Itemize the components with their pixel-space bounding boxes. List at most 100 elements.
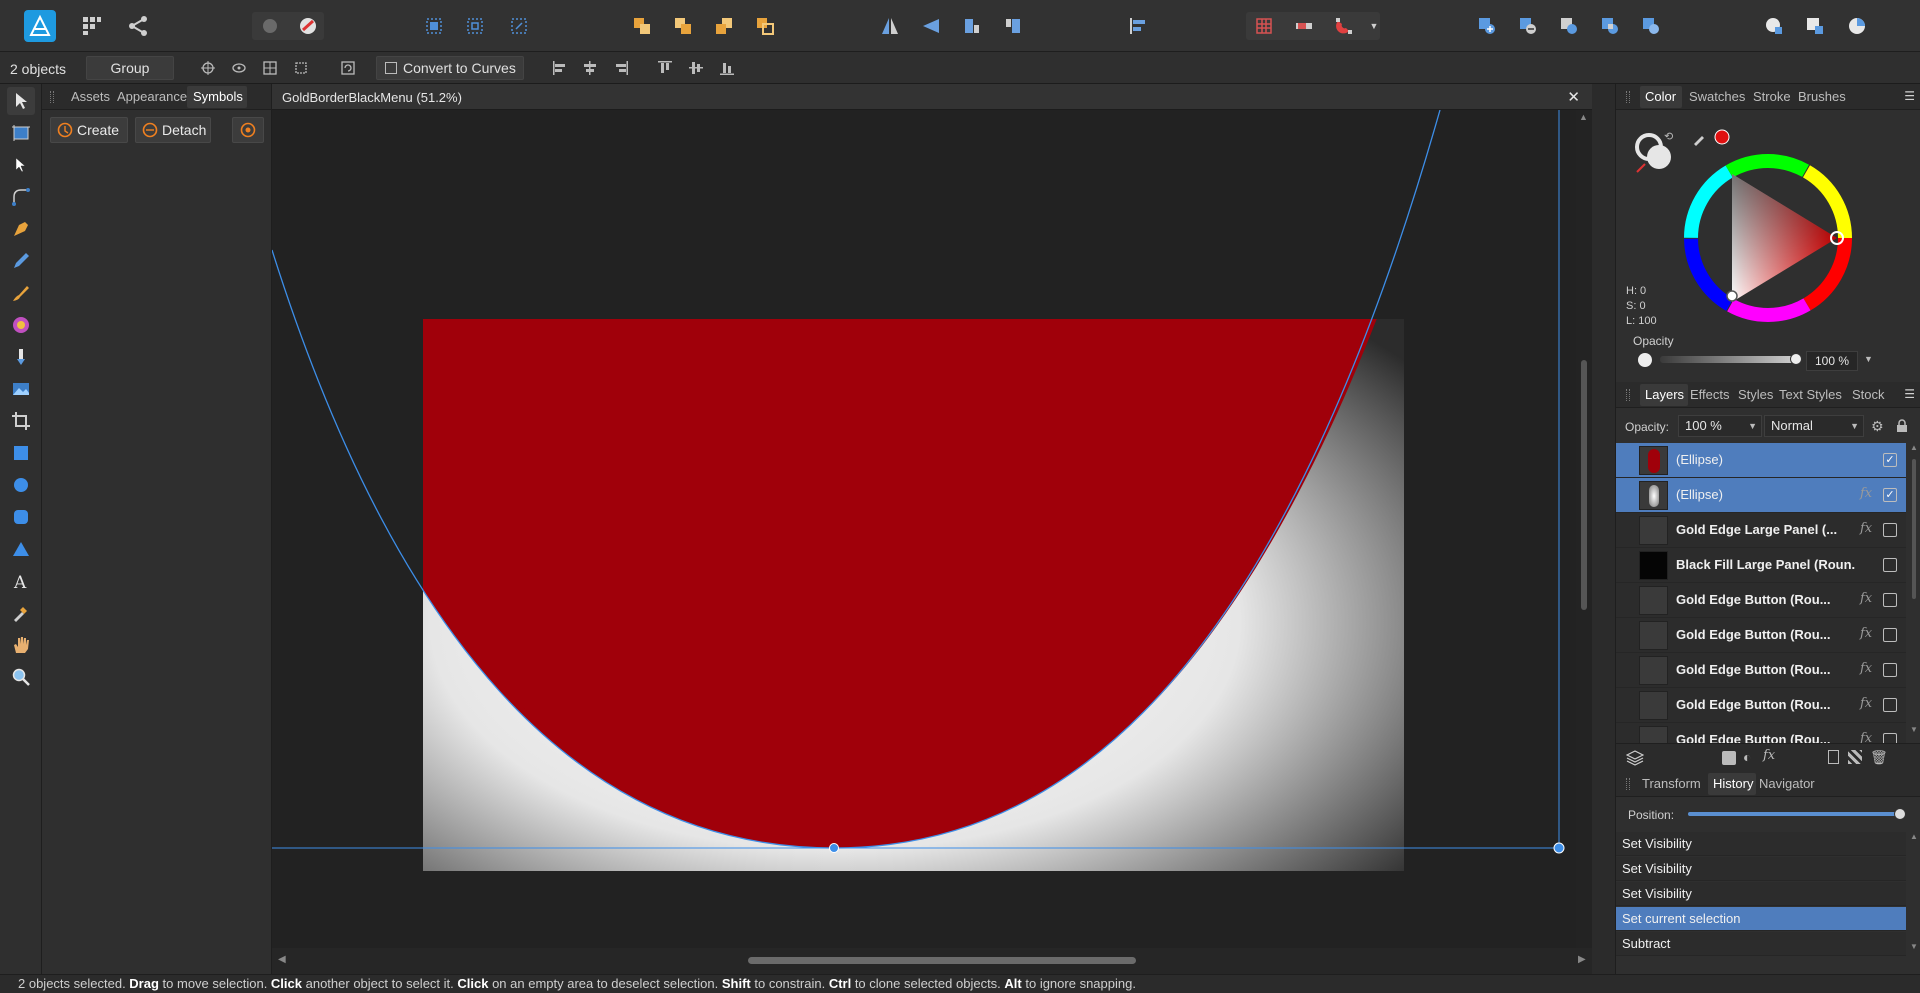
- affinity-logo-icon[interactable]: [24, 10, 56, 42]
- tab-navigator[interactable]: Navigator: [1759, 776, 1815, 791]
- move-tool-icon[interactable]: [7, 87, 35, 115]
- opacity-input[interactable]: 100 %: [1806, 351, 1858, 371]
- bbox-mode-icon[interactable]: [259, 57, 281, 79]
- flip-vertical-icon[interactable]: [917, 12, 945, 40]
- vector-brush-tool-icon[interactable]: [7, 279, 35, 307]
- boolean-divide-icon[interactable]: [1637, 12, 1665, 40]
- tab-transform[interactable]: Transform: [1642, 776, 1701, 791]
- arrange-front-icon[interactable]: [751, 12, 779, 40]
- layer-fx-icon[interactable]: fx: [1860, 521, 1872, 536]
- panel-menu-icon[interactable]: ☰: [1904, 89, 1915, 103]
- horizontal-scrollbar[interactable]: ◀ ▶: [272, 948, 1592, 974]
- alignment-icon[interactable]: [1124, 12, 1152, 40]
- layers-scroll-up-icon[interactable]: ▲: [1910, 443, 1918, 452]
- history-scroll-up-icon[interactable]: ▲: [1910, 832, 1918, 841]
- panel-grip-icon[interactable]: [1626, 389, 1630, 401]
- document-tab[interactable]: GoldBorderBlackMenu (51.2%) ✕: [272, 84, 1592, 110]
- add-pixel-layer-icon[interactable]: [1848, 750, 1862, 764]
- layer-visibility-checkbox[interactable]: ✓: [1883, 488, 1897, 502]
- align-bottom-icon[interactable]: [716, 57, 738, 79]
- history-item[interactable]: Set current selection: [1616, 907, 1906, 931]
- insert-top-icon[interactable]: [1801, 12, 1829, 40]
- boolean-intersect-icon[interactable]: [1555, 12, 1583, 40]
- align-center-icon[interactable]: [579, 57, 601, 79]
- zoom-tool-icon[interactable]: [7, 663, 35, 691]
- place-image-tool-icon[interactable]: [7, 375, 35, 403]
- snap-bounds-icon[interactable]: [461, 12, 489, 40]
- layer-visibility-checkbox[interactable]: [1883, 558, 1897, 572]
- layer-visibility-checkbox[interactable]: ✓: [1883, 453, 1897, 467]
- pixel-persona-icon[interactable]: [256, 12, 284, 40]
- tab-text-styles[interactable]: Text Styles: [1779, 387, 1842, 402]
- panel-grip-icon[interactable]: [1626, 91, 1630, 103]
- history-item[interactable]: Subtract: [1616, 932, 1906, 956]
- tab-history[interactable]: History: [1713, 776, 1753, 791]
- panel-menu-icon[interactable]: ☰: [1904, 387, 1915, 401]
- rotate-right-icon[interactable]: [999, 12, 1027, 40]
- history-position-slider[interactable]: [1688, 808, 1906, 820]
- layer-fx-icon[interactable]: fx: [1860, 591, 1872, 606]
- view-hand-tool-icon[interactable]: [7, 631, 35, 659]
- snap-grid-icon[interactable]: [1250, 12, 1278, 40]
- boolean-xor-icon[interactable]: [1596, 12, 1624, 40]
- snap-selection-icon[interactable]: [420, 12, 448, 40]
- layer-fx-icon[interactable]: fx: [1860, 661, 1872, 676]
- layer-row[interactable]: Gold Edge Button (Rou... fx: [1616, 618, 1906, 653]
- scroll-up-icon[interactable]: ▲: [1579, 112, 1588, 122]
- vertical-scroll-thumb[interactable]: [1581, 360, 1587, 610]
- opacity-dropdown-icon[interactable]: ▼: [1864, 354, 1873, 364]
- pen-tool-icon[interactable]: [7, 215, 35, 243]
- layer-row[interactable]: (Ellipse) ✓: [1616, 443, 1906, 478]
- align-right-icon[interactable]: [610, 57, 632, 79]
- layer-visibility-checkbox[interactable]: [1883, 593, 1897, 607]
- scroll-left-icon[interactable]: ◀: [278, 954, 286, 965]
- blend-mode-select[interactable]: Normal ▼: [1764, 415, 1864, 437]
- opacity-slider-knob[interactable]: [1790, 353, 1802, 365]
- show-bbox-icon[interactable]: [228, 57, 250, 79]
- text-tool-icon[interactable]: A: [7, 567, 35, 595]
- boolean-add-icon[interactable]: [1473, 12, 1501, 40]
- history-scroll-down-icon[interactable]: ▼: [1910, 942, 1918, 951]
- tab-stroke[interactable]: Stroke: [1753, 89, 1791, 104]
- history-item[interactable]: Set Visibility: [1616, 832, 1906, 856]
- layer-row[interactable]: Gold Edge Button (Rou... fx: [1616, 653, 1906, 688]
- create-symbol-button[interactable]: Create: [50, 117, 128, 143]
- transparency-tool-icon[interactable]: [7, 343, 35, 371]
- layer-fx-icon[interactable]: fx: [1860, 696, 1872, 711]
- layers-scroll-thumb[interactable]: [1912, 459, 1916, 599]
- pencil-tool-icon[interactable]: [7, 247, 35, 275]
- color-wheel[interactable]: [1680, 150, 1856, 326]
- panel-grip-icon[interactable]: [50, 91, 54, 103]
- crop-tool-icon[interactable]: [7, 407, 35, 435]
- boolean-subtract-icon[interactable]: [1514, 12, 1542, 40]
- reset-bbox-icon[interactable]: [290, 57, 312, 79]
- layer-visibility-checkbox[interactable]: [1883, 663, 1897, 677]
- corner-tool-icon[interactable]: [7, 183, 35, 211]
- layer-visibility-checkbox[interactable]: [1883, 523, 1897, 537]
- corner-handle[interactable]: [1553, 842, 1565, 854]
- layers-stack-icon[interactable]: [1626, 750, 1644, 766]
- tab-symbols[interactable]: Symbols: [193, 89, 243, 104]
- tab-styles[interactable]: Styles: [1738, 387, 1773, 402]
- tab-swatches[interactable]: Swatches: [1689, 89, 1745, 104]
- canvas-artwork[interactable]: [271, 109, 1592, 948]
- layer-row[interactable]: Gold Edge Button (Rou... fx: [1616, 688, 1906, 723]
- fill-tool-icon[interactable]: [7, 311, 35, 339]
- layer-visibility-checkbox[interactable]: [1883, 698, 1897, 712]
- insert-inside-icon[interactable]: [1843, 12, 1871, 40]
- layer-visibility-checkbox[interactable]: [1883, 733, 1897, 743]
- ellipse-tool-icon[interactable]: [7, 471, 35, 499]
- share-icon[interactable]: [124, 12, 152, 40]
- vertical-scrollbar[interactable]: ▲: [1576, 110, 1592, 948]
- fx-icon[interactable]: fx: [1763, 748, 1775, 763]
- scroll-right-icon[interactable]: ▶: [1578, 954, 1586, 965]
- swap-colors-icon[interactable]: ⟲: [1664, 130, 1673, 143]
- layers-scrollbar[interactable]: ▲ ▼: [1908, 443, 1920, 743]
- convert-to-curves-button[interactable]: Convert to Curves: [376, 56, 524, 80]
- rounded-rectangle-tool-icon[interactable]: [7, 503, 35, 531]
- tab-brushes[interactable]: Brushes: [1798, 89, 1846, 104]
- triangle-tool-icon[interactable]: [7, 535, 35, 563]
- layers-scroll-down-icon[interactable]: ▼: [1910, 725, 1918, 734]
- align-top-icon[interactable]: [654, 57, 676, 79]
- layer-fx-icon[interactable]: fx: [1860, 626, 1872, 641]
